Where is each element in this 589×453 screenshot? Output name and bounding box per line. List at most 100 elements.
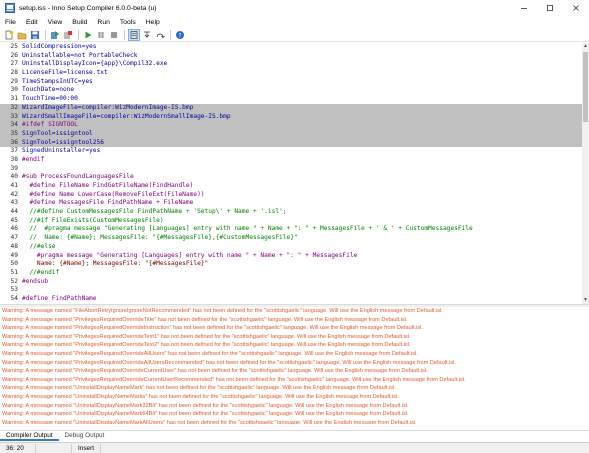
debug-button[interactable]: [128, 28, 140, 41]
output-warning-line: Warning: A message named "PrivilegesRequ…: [2, 376, 466, 383]
editor-line[interactable]: 49 #pragma message "Generating [Language…: [0, 252, 582, 261]
menu-run[interactable]: Run: [92, 19, 114, 26]
editor-line[interactable]: 50 Name: {#Name}; MessagesFile: "{#Messa…: [0, 260, 582, 269]
code-text: LicenseFile=license.txt: [22, 69, 108, 77]
editor-line[interactable]: 25 SolidCompression=yes: [0, 43, 582, 52]
editor-line[interactable]: 26 Uninstallable=not PortableCheck: [0, 52, 582, 61]
code-text: #pragma message "Generating [Languages] …: [22, 251, 358, 259]
run-button[interactable]: [82, 29, 94, 41]
code-text: UninstallDisplayIcon={app}\Compil32.exe: [22, 60, 168, 68]
editor-line[interactable]: 54 #define FindPathName: [0, 295, 582, 304]
line-number: 37: [10, 147, 18, 155]
new-button[interactable]: [3, 29, 15, 41]
title-bar: setup.iss - Inno Setup Compiler 6.0.0-be…: [0, 0, 589, 16]
editor-line[interactable]: 40 #sub ProcessFoundLanguagesFile: [0, 173, 582, 182]
line-number: 26: [10, 51, 18, 59]
minimize-icon: [521, 8, 527, 9]
save-button[interactable]: [29, 29, 41, 41]
code-text: #define FindPathName: [22, 294, 97, 302]
editor-line[interactable]: 34 #ifdef SIGNTOOL: [0, 121, 582, 130]
line-number: 45: [10, 216, 18, 224]
code-text: #sub ProcessFoundLanguagesFile: [22, 173, 134, 181]
step-into-button[interactable]: [141, 29, 153, 41]
menu-help[interactable]: Help: [141, 19, 165, 26]
editor-line[interactable]: 27 UninstallDisplayIcon={app}\Compil32.ex…: [0, 60, 582, 69]
compile-icon: [51, 30, 59, 39]
editor-line[interactable]: 48 //#else: [0, 243, 582, 252]
line-number: 39: [10, 164, 18, 172]
save-icon: [31, 30, 39, 39]
menu-view[interactable]: View: [43, 19, 68, 26]
editor-line[interactable]: 38 #endif: [0, 156, 582, 165]
line-number: 49: [10, 251, 18, 259]
editor-line[interactable]: 28 LicenseFile=license.txt: [0, 69, 582, 78]
output-warning-line: Warning: A message named "PrivilegesRequ…: [2, 342, 411, 349]
help-button[interactable]: ?: [174, 29, 186, 41]
run-icon: [85, 31, 92, 38]
maximize-icon: [547, 5, 553, 11]
output-warning-line: Warning: A message named "PrivilegesRequ…: [2, 316, 408, 323]
code-text: #define MessagesFile FindPathName + File…: [22, 199, 194, 207]
modified-indicator: [36, 443, 72, 453]
editor-line[interactable]: 41 #define FileName FindGetFileName(Find…: [0, 182, 582, 191]
editor-line[interactable]: 39: [0, 165, 582, 174]
editor-vertical-scrollbar[interactable]: ▲ ▼: [582, 43, 589, 304]
editor-line[interactable]: 45 //#if FileExists(CustomMessagesFile): [0, 217, 582, 226]
editor-line[interactable]: 47 // Name: {#Name}; MessagesFile: "{#Me…: [0, 234, 582, 243]
editor-line[interactable]: 51 //#endif: [0, 269, 582, 278]
editor-line[interactable]: 29 TimeStampsInUTC=yes: [0, 78, 582, 87]
close-button[interactable]: [563, 0, 589, 16]
code-text: #define FileName FindGetFileName(FindHan…: [22, 182, 194, 189]
code-text: //#else: [22, 242, 56, 250]
toolbar-separator: [78, 29, 79, 40]
script-editor[interactable]: 25 SolidCompression=yes 26 Uninstallable=no…: [0, 43, 582, 304]
step-into-icon: [144, 31, 150, 38]
editor-line[interactable]: 53: [0, 286, 582, 295]
menu-file[interactable]: File: [0, 19, 21, 26]
maximize-button[interactable]: [537, 0, 563, 16]
scroll-up-arrow-icon[interactable]: ▲: [582, 43, 589, 50]
output-warning-line: Warning: A message named "UninstallDispl…: [2, 402, 409, 409]
line-number: 29: [10, 77, 18, 85]
editor-line[interactable]: 44 //#define CustomMessagesFile FindPath…: [0, 208, 582, 217]
editor-line[interactable]: 37 SignedUninstaller=yes: [0, 147, 582, 156]
output-warning-line: Warning: A message named "PrivilegesRequ…: [2, 350, 418, 357]
editor-line[interactable]: 52 #endsub: [0, 278, 582, 287]
line-number: 30: [10, 86, 18, 94]
editor-line[interactable]: 36 SignTool=issigntool256: [0, 138, 582, 148]
editor-line[interactable]: 35 SignTool=issigntool: [0, 129, 582, 139]
code-text: #endsub: [22, 277, 49, 285]
open-icon: [17, 32, 27, 39]
editor-line[interactable]: 32 WizardImageFile=compiler:WizModernImag…: [0, 103, 582, 113]
editor-line[interactable]: 30 TouchDate=none: [0, 86, 582, 95]
minimize-button[interactable]: [511, 0, 537, 16]
editor-line[interactable]: 43 #define MessagesFile FindPathName + F…: [0, 199, 582, 208]
code-text: //#endif: [22, 268, 60, 276]
editor-line[interactable]: 33 WizardSmallImageFile=compiler:WizModer…: [0, 112, 582, 122]
compile-button[interactable]: [49, 29, 61, 41]
tab-debug-output[interactable]: Debug Output: [59, 431, 111, 441]
cursor-position: 36: 20: [0, 443, 36, 453]
menu-build[interactable]: Build: [67, 19, 92, 26]
code-text: #define Name LowerCase(RemoveFileExt(Fil…: [22, 190, 205, 198]
svg-text:?: ?: [178, 32, 181, 39]
step-over-button[interactable]: [154, 29, 166, 41]
scroll-down-arrow-icon[interactable]: ▼: [582, 297, 589, 304]
insert-mode: Insert: [72, 443, 101, 453]
editor-line[interactable]: 31 TouchTime=00:00: [0, 95, 582, 104]
debug-icon: [130, 30, 138, 39]
menu-tools[interactable]: Tools: [115, 19, 141, 26]
scrollbar-thumb[interactable]: [583, 52, 588, 122]
stop-button[interactable]: [108, 29, 120, 41]
editor-line[interactable]: 42 #define Name LowerCase(RemoveFileExt(…: [0, 191, 582, 200]
editor-line[interactable]: 46 // #pragma message "Generating [Langu…: [0, 225, 582, 234]
open-button[interactable]: [16, 29, 28, 41]
tab-compiler-output[interactable]: Compiler Output: [0, 431, 59, 441]
toolbar-separator: [170, 29, 171, 40]
menu-edit[interactable]: Edit: [21, 19, 43, 26]
stop-compile-button[interactable]: [62, 29, 74, 41]
new-icon: [5, 30, 14, 39]
pause-button[interactable]: [95, 29, 107, 41]
